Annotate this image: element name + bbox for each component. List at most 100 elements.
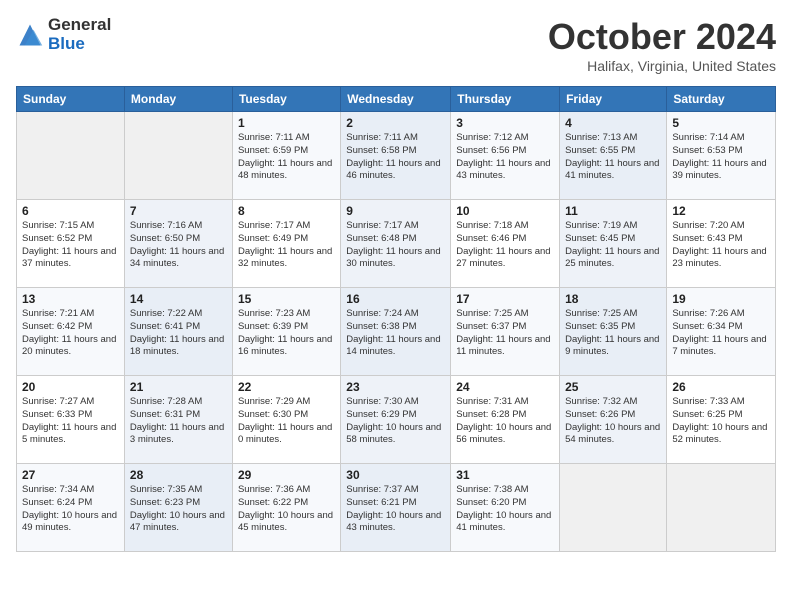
calendar-cell: 19 Sunrise: 7:26 AM Sunset: 6:34 PM Dayli… bbox=[667, 288, 776, 376]
day-info: Sunrise: 7:33 AM Sunset: 6:25 PM Dayligh… bbox=[672, 396, 770, 447]
day-number: 14 bbox=[130, 292, 227, 306]
logo-text: General Blue bbox=[48, 16, 111, 53]
title-block: October 2024 Halifax, Virginia, United S… bbox=[548, 16, 776, 74]
calendar-cell: 8 Sunrise: 7:17 AM Sunset: 6:49 PM Daylig… bbox=[232, 200, 340, 288]
logo-icon bbox=[16, 21, 44, 49]
header-cell-sunday: Sunday bbox=[17, 87, 125, 112]
day-number: 11 bbox=[565, 204, 661, 218]
day-info: Sunrise: 7:19 AM Sunset: 6:45 PM Dayligh… bbox=[565, 220, 661, 271]
calendar-cell: 6 Sunrise: 7:15 AM Sunset: 6:52 PM Daylig… bbox=[17, 200, 125, 288]
calendar-cell: 25 Sunrise: 7:32 AM Sunset: 6:26 PM Dayli… bbox=[560, 376, 667, 464]
calendar-cell: 22 Sunrise: 7:29 AM Sunset: 6:30 PM Dayli… bbox=[232, 376, 340, 464]
header-cell-friday: Friday bbox=[560, 87, 667, 112]
calendar-cell bbox=[124, 112, 232, 200]
day-number: 10 bbox=[456, 204, 554, 218]
page-header: General Blue October 2024 Halifax, Virgi… bbox=[16, 16, 776, 74]
day-number: 30 bbox=[346, 468, 445, 482]
calendar-cell: 27 Sunrise: 7:34 AM Sunset: 6:24 PM Dayli… bbox=[17, 464, 125, 552]
day-number: 8 bbox=[238, 204, 335, 218]
day-number: 5 bbox=[672, 116, 770, 130]
day-info: Sunrise: 7:25 AM Sunset: 6:37 PM Dayligh… bbox=[456, 308, 554, 359]
calendar-cell: 14 Sunrise: 7:22 AM Sunset: 6:41 PM Dayli… bbox=[124, 288, 232, 376]
calendar-cell: 7 Sunrise: 7:16 AM Sunset: 6:50 PM Daylig… bbox=[124, 200, 232, 288]
calendar-cell: 21Sunrise: 7:28 AM Sunset: 6:31 PM Dayli… bbox=[124, 376, 232, 464]
calendar-week-4: 27 Sunrise: 7:34 AM Sunset: 6:24 PM Dayli… bbox=[17, 464, 776, 552]
header-row: SundayMondayTuesdayWednesdayThursdayFrid… bbox=[17, 87, 776, 112]
day-number: 20 bbox=[22, 380, 119, 394]
day-number: 19 bbox=[672, 292, 770, 306]
day-number: 13 bbox=[22, 292, 119, 306]
day-number: 1 bbox=[238, 116, 335, 130]
calendar-cell: 4 Sunrise: 7:13 AM Sunset: 6:55 PM Daylig… bbox=[560, 112, 667, 200]
calendar-cell: 13 Sunrise: 7:21 AM Sunset: 6:42 PM Dayli… bbox=[17, 288, 125, 376]
logo-general: General bbox=[48, 16, 111, 35]
header-cell-monday: Monday bbox=[124, 87, 232, 112]
day-number: 26 bbox=[672, 380, 770, 394]
day-number: 16 bbox=[346, 292, 445, 306]
day-info: Sunrise: 7:21 AM Sunset: 6:42 PM Dayligh… bbox=[22, 308, 119, 359]
calendar-cell: 10 Sunrise: 7:18 AM Sunset: 6:46 PM Dayli… bbox=[451, 200, 560, 288]
day-number: 29 bbox=[238, 468, 335, 482]
day-number: 24 bbox=[456, 380, 554, 394]
calendar-cell: 17 Sunrise: 7:25 AM Sunset: 6:37 PM Dayli… bbox=[451, 288, 560, 376]
day-info: Sunrise: 7:35 AM Sunset: 6:23 PM Dayligh… bbox=[130, 484, 227, 535]
location: Halifax, Virginia, United States bbox=[548, 58, 776, 74]
calendar-body: 1Sunrise: 7:11 AM Sunset: 6:59 PM Daylig… bbox=[17, 112, 776, 552]
calendar-header: SundayMondayTuesdayWednesdayThursdayFrid… bbox=[17, 87, 776, 112]
day-info: Sunrise: 7:18 AM Sunset: 6:46 PM Dayligh… bbox=[456, 220, 554, 271]
day-info: Sunrise: 7:32 AM Sunset: 6:26 PM Dayligh… bbox=[565, 396, 661, 447]
day-info: Sunrise: 7:23 AM Sunset: 6:39 PM Dayligh… bbox=[238, 308, 335, 359]
day-info: Sunrise: 7:16 AM Sunset: 6:50 PM Dayligh… bbox=[130, 220, 227, 271]
day-number: 27 bbox=[22, 468, 119, 482]
day-number: 6 bbox=[22, 204, 119, 218]
day-info: Sunrise: 7:22 AM Sunset: 6:41 PM Dayligh… bbox=[130, 308, 227, 359]
calendar-cell: 12Sunrise: 7:20 AM Sunset: 6:43 PM Dayli… bbox=[667, 200, 776, 288]
day-number: 4 bbox=[565, 116, 661, 130]
calendar-cell bbox=[17, 112, 125, 200]
day-info: Sunrise: 7:26 AM Sunset: 6:34 PM Dayligh… bbox=[672, 308, 770, 359]
day-number: 18 bbox=[565, 292, 661, 306]
day-number: 9 bbox=[346, 204, 445, 218]
day-info: Sunrise: 7:11 AM Sunset: 6:58 PM Dayligh… bbox=[346, 132, 445, 183]
day-info: Sunrise: 7:14 AM Sunset: 6:53 PM Dayligh… bbox=[672, 132, 770, 183]
calendar-cell: 31 Sunrise: 7:38 AM Sunset: 6:20 PM Dayli… bbox=[451, 464, 560, 552]
day-info: Sunrise: 7:36 AM Sunset: 6:22 PM Dayligh… bbox=[238, 484, 335, 535]
day-number: 28 bbox=[130, 468, 227, 482]
calendar-cell: 18Sunrise: 7:25 AM Sunset: 6:35 PM Dayli… bbox=[560, 288, 667, 376]
day-info: Sunrise: 7:24 AM Sunset: 6:38 PM Dayligh… bbox=[346, 308, 445, 359]
calendar-cell: 30 Sunrise: 7:37 AM Sunset: 6:21 PM Dayli… bbox=[341, 464, 451, 552]
logo-blue: Blue bbox=[48, 35, 111, 54]
day-number: 17 bbox=[456, 292, 554, 306]
header-cell-tuesday: Tuesday bbox=[232, 87, 340, 112]
calendar-cell: 28 Sunrise: 7:35 AM Sunset: 6:23 PM Dayli… bbox=[124, 464, 232, 552]
logo: General Blue bbox=[16, 16, 111, 53]
day-number: 7 bbox=[130, 204, 227, 218]
calendar-cell: 5 Sunrise: 7:14 AM Sunset: 6:53 PM Daylig… bbox=[667, 112, 776, 200]
day-info: Sunrise: 7:28 AM Sunset: 6:31 PM Dayligh… bbox=[130, 396, 227, 447]
day-info: Sunrise: 7:17 AM Sunset: 6:48 PM Dayligh… bbox=[346, 220, 445, 271]
day-info: Sunrise: 7:38 AM Sunset: 6:20 PM Dayligh… bbox=[456, 484, 554, 535]
calendar-cell bbox=[667, 464, 776, 552]
day-info: Sunrise: 7:12 AM Sunset: 6:56 PM Dayligh… bbox=[456, 132, 554, 183]
day-info: Sunrise: 7:37 AM Sunset: 6:21 PM Dayligh… bbox=[346, 484, 445, 535]
day-info: Sunrise: 7:34 AM Sunset: 6:24 PM Dayligh… bbox=[22, 484, 119, 535]
calendar-cell bbox=[560, 464, 667, 552]
calendar-cell: 23Sunrise: 7:30 AM Sunset: 6:29 PM Dayli… bbox=[341, 376, 451, 464]
day-number: 22 bbox=[238, 380, 335, 394]
day-info: Sunrise: 7:17 AM Sunset: 6:49 PM Dayligh… bbox=[238, 220, 335, 271]
calendar-week-1: 6 Sunrise: 7:15 AM Sunset: 6:52 PM Daylig… bbox=[17, 200, 776, 288]
day-info: Sunrise: 7:29 AM Sunset: 6:30 PM Dayligh… bbox=[238, 396, 335, 447]
month-title: October 2024 bbox=[548, 16, 776, 58]
day-number: 25 bbox=[565, 380, 661, 394]
calendar-table: SundayMondayTuesdayWednesdayThursdayFrid… bbox=[16, 86, 776, 552]
day-number: 31 bbox=[456, 468, 554, 482]
calendar-cell: 11 Sunrise: 7:19 AM Sunset: 6:45 PM Dayli… bbox=[560, 200, 667, 288]
calendar-cell: 3 Sunrise: 7:12 AM Sunset: 6:56 PM Daylig… bbox=[451, 112, 560, 200]
calendar-week-3: 20 Sunrise: 7:27 AM Sunset: 6:33 PM Dayli… bbox=[17, 376, 776, 464]
day-number: 3 bbox=[456, 116, 554, 130]
day-info: Sunrise: 7:15 AM Sunset: 6:52 PM Dayligh… bbox=[22, 220, 119, 271]
day-info: Sunrise: 7:30 AM Sunset: 6:29 PM Dayligh… bbox=[346, 396, 445, 447]
day-info: Sunrise: 7:13 AM Sunset: 6:55 PM Dayligh… bbox=[565, 132, 661, 183]
calendar-cell: 26 Sunrise: 7:33 AM Sunset: 6:25 PM Dayli… bbox=[667, 376, 776, 464]
day-info: Sunrise: 7:27 AM Sunset: 6:33 PM Dayligh… bbox=[22, 396, 119, 447]
